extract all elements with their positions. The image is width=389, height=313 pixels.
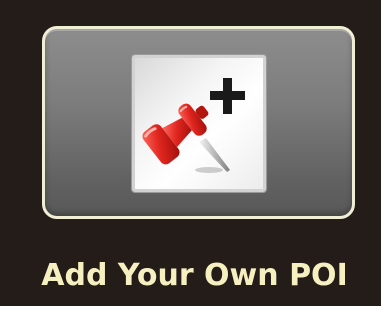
pin-needle xyxy=(199,138,230,172)
add-poi-label[interactable]: Add Your Own POI xyxy=(0,258,389,294)
pin-body xyxy=(142,103,209,165)
add-poi-button[interactable] xyxy=(42,26,355,219)
pushpin-add-icon xyxy=(132,55,266,192)
plus-icon xyxy=(210,78,245,114)
poi-panel: Add Your Own POI xyxy=(0,0,381,306)
